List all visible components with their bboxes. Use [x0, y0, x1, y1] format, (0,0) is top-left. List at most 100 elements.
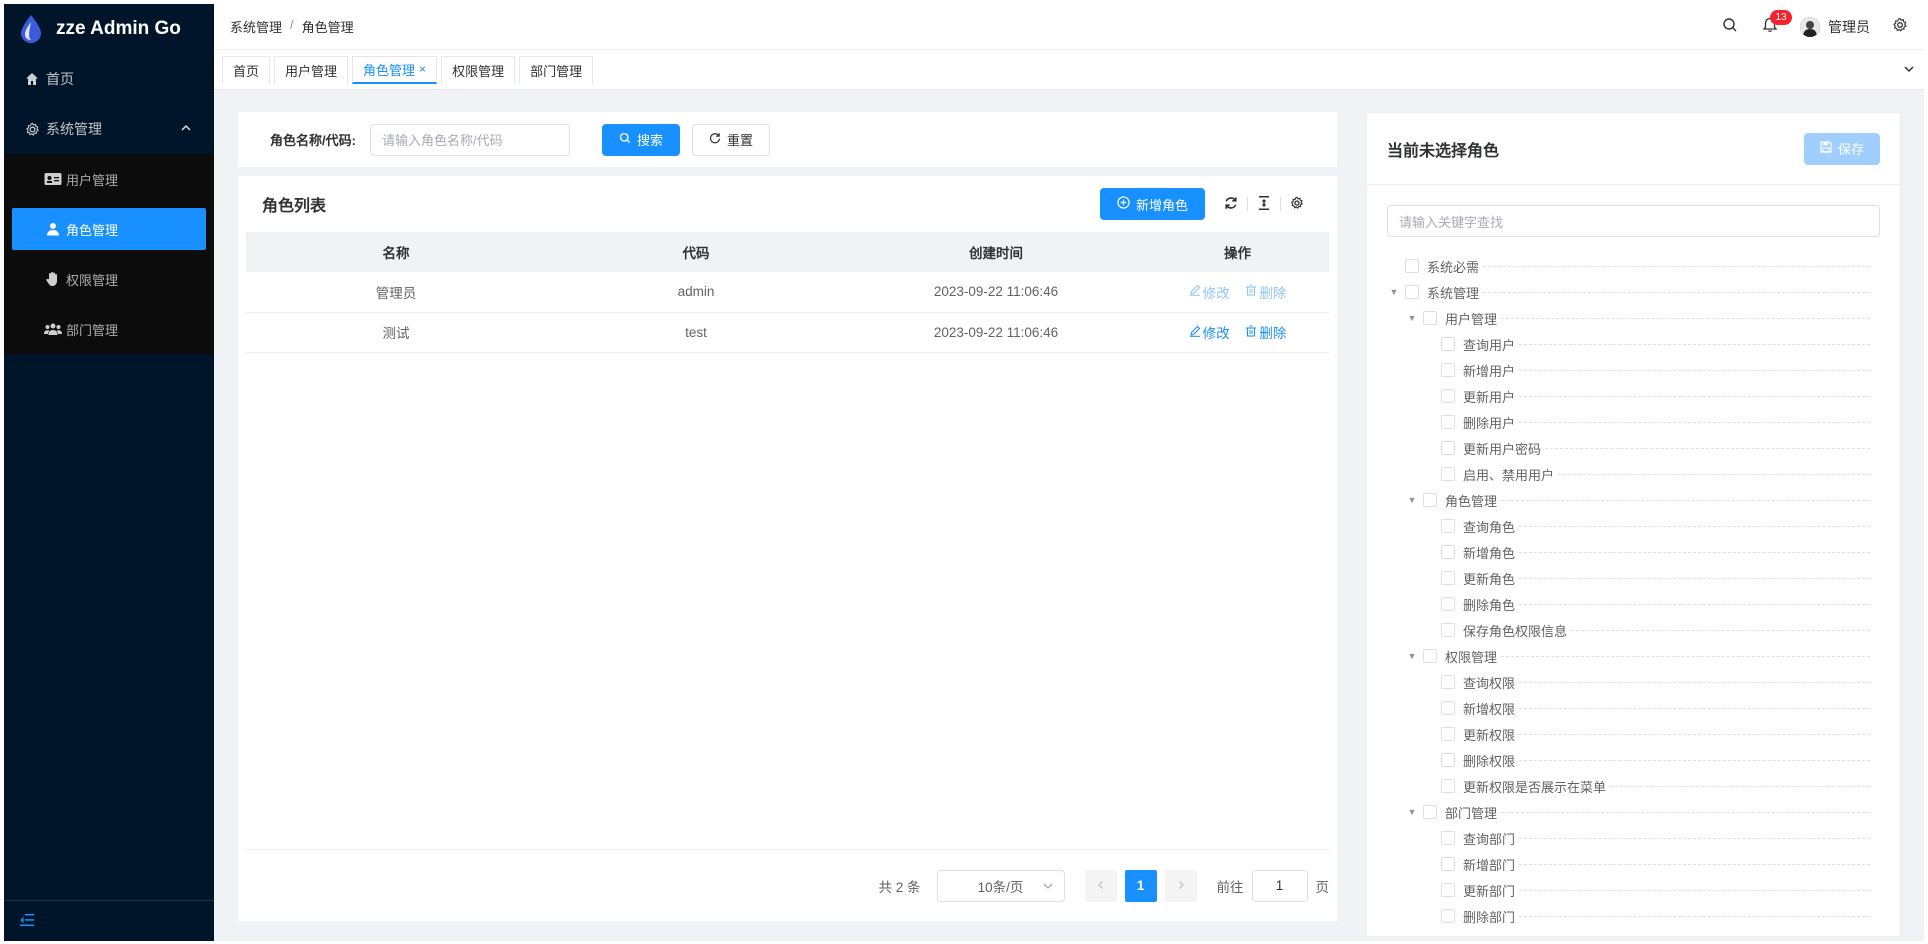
page-number-button[interactable]: 1: [1124, 869, 1157, 902]
breadcrumb-item[interactable]: 系统管理: [230, 17, 282, 36]
sidebar-item-permissions[interactable]: 权限管理: [4, 254, 214, 304]
edit-button[interactable]: 修改: [1189, 282, 1230, 302]
tree-node[interactable]: ▼ 角色管理: [1387, 487, 1900, 513]
tree-checkbox[interactable]: [1405, 259, 1419, 273]
tree-checkbox[interactable]: [1441, 727, 1455, 741]
tab-home[interactable]: 首页: [222, 55, 271, 84]
caret-down-icon[interactable]: ▼: [1387, 285, 1401, 299]
tree-checkbox[interactable]: [1423, 311, 1437, 325]
tree-checkbox[interactable]: [1441, 467, 1455, 481]
reset-button[interactable]: 重置: [691, 123, 770, 156]
next-page-button[interactable]: [1164, 869, 1197, 902]
tree-node[interactable]: ▼ 用户管理: [1387, 305, 1900, 331]
tree-checkbox[interactable]: [1441, 571, 1455, 585]
tree-node[interactable]: 查询权限: [1387, 669, 1900, 695]
tree-node[interactable]: 更新部门: [1387, 877, 1900, 903]
tree-checkbox[interactable]: [1441, 441, 1455, 455]
tab-users[interactable]: 用户管理: [274, 55, 349, 84]
tree-node[interactable]: 删除权限: [1387, 747, 1900, 773]
tree-checkbox[interactable]: [1441, 857, 1455, 871]
tree-node[interactable]: 新增部门: [1387, 851, 1900, 877]
delete-button[interactable]: 删除: [1245, 322, 1286, 342]
column-height-button[interactable]: [1248, 192, 1280, 216]
user-menu[interactable]: 管理员: [1790, 4, 1880, 50]
tree-node-label: 角色管理: [1445, 493, 1498, 509]
sidebar-collapse-button[interactable]: [4, 900, 214, 941]
tree-checkbox[interactable]: [1441, 831, 1455, 845]
header-search-button[interactable]: [1710, 4, 1750, 50]
caret-down-icon[interactable]: ▼: [1405, 805, 1419, 819]
breadcrumb-item-current: 角色管理: [301, 20, 354, 35]
sidebar-item-home[interactable]: 首页: [4, 54, 214, 104]
sidebar-item-users[interactable]: 用户管理: [4, 154, 214, 204]
home-icon: [24, 71, 40, 87]
tree-node-label: 更新用户: [1463, 389, 1516, 405]
tree-checkbox[interactable]: [1423, 805, 1437, 819]
tree-checkbox[interactable]: [1441, 883, 1455, 897]
tab-permissions[interactable]: 权限管理: [441, 55, 516, 84]
tree-node[interactable]: ▼ 权限管理: [1387, 643, 1900, 669]
tabs-dropdown-button[interactable]: [1894, 50, 1924, 90]
tree-checkbox[interactable]: [1441, 363, 1455, 377]
tree-checkbox[interactable]: [1441, 337, 1455, 351]
tree-node[interactable]: 删除部门: [1387, 903, 1900, 929]
tree-checkbox[interactable]: [1405, 285, 1419, 299]
tree-checkbox[interactable]: [1441, 779, 1455, 793]
tree-checkbox[interactable]: [1441, 753, 1455, 767]
tree-node[interactable]: 更新用户: [1387, 383, 1900, 409]
tree-node[interactable]: 更新角色: [1387, 565, 1900, 591]
sidebar-group-system[interactable]: 系统管理: [4, 104, 214, 154]
tree-checkbox[interactable]: [1423, 649, 1437, 663]
tree-node[interactable]: ▼ 部门管理: [1387, 799, 1900, 825]
refresh-table-button[interactable]: [1215, 192, 1247, 216]
delete-button[interactable]: 删除: [1245, 282, 1286, 302]
tree-node[interactable]: 新增用户: [1387, 357, 1900, 383]
tree-checkbox[interactable]: [1441, 415, 1455, 429]
tree-node[interactable]: 查询用户: [1387, 331, 1900, 357]
tree-node[interactable]: 更新权限是否展示在菜单: [1387, 773, 1900, 799]
tree-node[interactable]: 查询角色: [1387, 513, 1900, 539]
tree-node[interactable]: 保存角色权限信息: [1387, 617, 1900, 643]
tree-node[interactable]: 系统必需: [1387, 253, 1900, 279]
caret-down-icon[interactable]: ▼: [1405, 493, 1419, 507]
cell-actions: 修改 删除: [1146, 312, 1329, 353]
edit-button[interactable]: 修改: [1189, 322, 1230, 342]
tree-checkbox[interactable]: [1441, 545, 1455, 559]
add-role-button[interactable]: 新增角色: [1099, 188, 1205, 220]
tree-checkbox[interactable]: [1441, 519, 1455, 533]
tree-checkbox[interactable]: [1441, 623, 1455, 637]
tree-node[interactable]: 更新权限: [1387, 721, 1900, 747]
tree-checkbox[interactable]: [1441, 675, 1455, 689]
page-size-select[interactable]: 10条/页: [936, 869, 1065, 902]
sidebar-item-departments[interactable]: 部门管理: [4, 304, 214, 354]
tree-node[interactable]: 新增权限: [1387, 695, 1900, 721]
tree-checkbox[interactable]: [1441, 389, 1455, 403]
tree-node[interactable]: 查询部门: [1387, 825, 1900, 851]
tree-checkbox[interactable]: [1423, 493, 1437, 507]
tree-checkbox[interactable]: [1441, 597, 1455, 611]
save-permissions-button[interactable]: 保存: [1803, 132, 1880, 165]
tab-departments[interactable]: 部门管理: [519, 55, 594, 84]
tree-node[interactable]: 新增角色: [1387, 539, 1900, 565]
close-icon[interactable]: ×: [419, 62, 426, 76]
goto-page-input[interactable]: 1: [1251, 869, 1308, 902]
caret-down-icon[interactable]: ▼: [1405, 649, 1419, 663]
tree-checkbox[interactable]: [1441, 909, 1455, 923]
sidebar-item-roles[interactable]: 角色管理: [12, 208, 206, 250]
tree-node[interactable]: 删除角色: [1387, 591, 1900, 617]
permission-search-input[interactable]: 请输入关键字查找: [1387, 205, 1880, 237]
tab-roles[interactable]: 角色管理 ×: [352, 55, 438, 84]
search-button[interactable]: 搜索: [601, 123, 680, 156]
caret-down-icon[interactable]: ▼: [1405, 311, 1419, 325]
tree-node[interactable]: ▼ 系统管理: [1387, 279, 1900, 305]
tree-node[interactable]: 启用、禁用用户: [1387, 461, 1900, 487]
logo[interactable]: zze Admin Go: [4, 4, 214, 54]
notifications-button[interactable]: 13: [1750, 4, 1792, 50]
table-settings-button[interactable]: [1281, 192, 1313, 216]
tree-node[interactable]: 删除用户: [1387, 409, 1900, 435]
prev-page-button[interactable]: [1084, 869, 1117, 902]
tree-node[interactable]: 更新用户密码: [1387, 435, 1900, 461]
tree-checkbox[interactable]: [1441, 701, 1455, 715]
role-search-input[interactable]: 请输入角色名称/代码: [369, 123, 570, 156]
settings-button[interactable]: [1880, 4, 1920, 50]
